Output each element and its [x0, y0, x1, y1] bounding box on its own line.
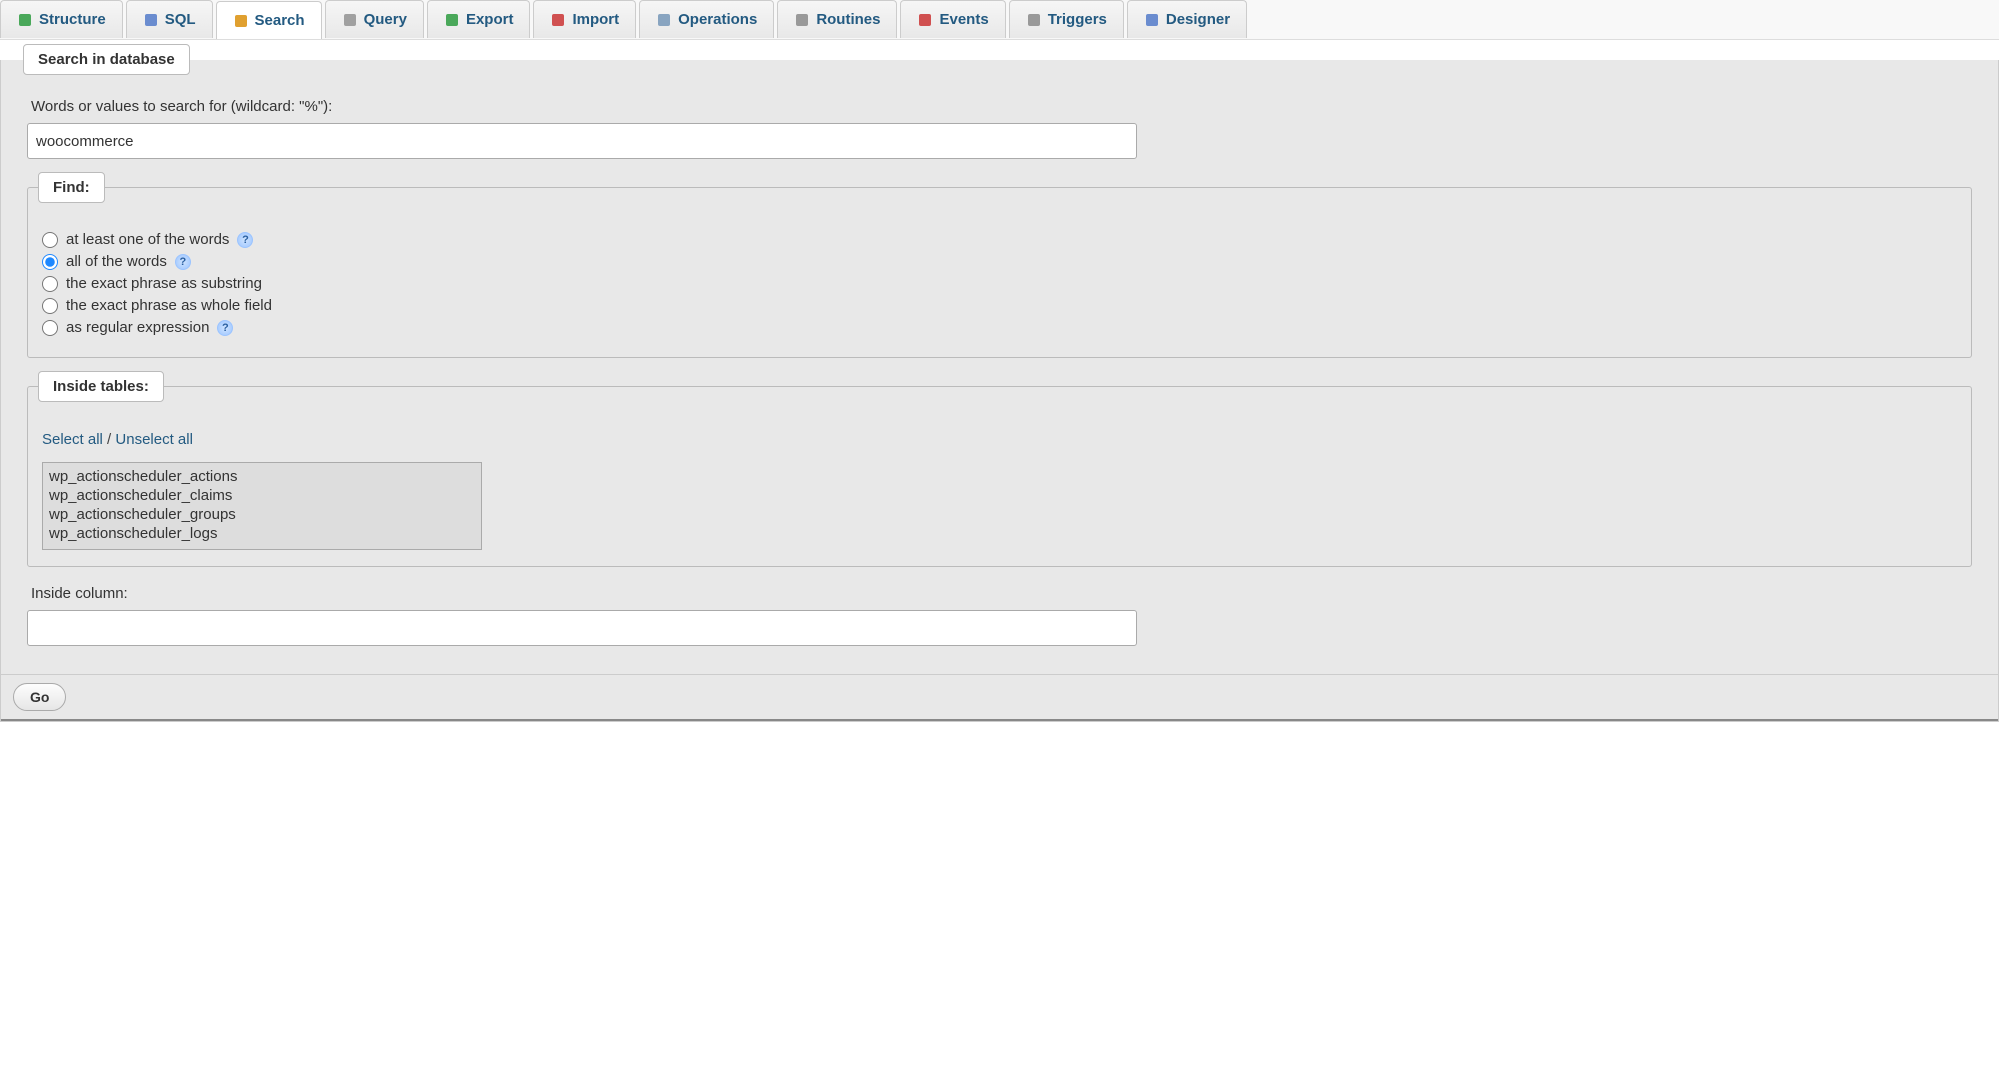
tab-label: Query [364, 11, 407, 28]
find-radio[interactable] [42, 232, 58, 248]
search-words-input[interactable] [27, 123, 1137, 159]
tab-events[interactable]: Events [900, 0, 1005, 38]
inside-column-label: Inside column: [31, 585, 1972, 602]
tab-search[interactable]: Search [216, 1, 322, 39]
select-unselect-row: Select all / Unselect all [42, 431, 1957, 448]
tab-sql[interactable]: SQL [126, 0, 213, 38]
find-radio[interactable] [42, 276, 58, 292]
tab-import[interactable]: Import [533, 0, 636, 38]
words-label: Words or values to search for (wildcard:… [31, 98, 1972, 115]
find-radio[interactable] [42, 320, 58, 336]
table-option[interactable]: wp_actionscheduler_groups [49, 505, 475, 524]
find-radio[interactable] [42, 254, 58, 270]
query-icon [342, 12, 358, 28]
find-option[interactable]: the exact phrase as substring [42, 275, 1957, 292]
tab-label: Structure [39, 11, 106, 28]
find-option-label: the exact phrase as substring [66, 275, 262, 292]
tab-bar: Structure SQL Search Query Export Import Opera… [0, 0, 1999, 40]
tab-export[interactable]: Export [427, 0, 531, 38]
go-button[interactable]: Go [13, 683, 66, 711]
find-option[interactable]: all of the words? [42, 253, 1957, 270]
triggers-icon [1026, 12, 1042, 28]
tab-label: Operations [678, 11, 757, 28]
help-icon[interactable]: ? [175, 254, 191, 270]
unselect-all-link[interactable]: Unselect all [115, 431, 193, 448]
tab-label: SQL [165, 11, 196, 28]
find-option-label: at least one of the words [66, 231, 229, 248]
tab-label: Designer [1166, 11, 1230, 28]
tab-operations[interactable]: Operations [639, 0, 774, 38]
tab-label: Import [572, 11, 619, 28]
find-option[interactable]: at least one of the words? [42, 231, 1957, 248]
table-option[interactable]: wp_actionscheduler_claims [49, 486, 475, 505]
inside-tables-legend: Inside tables: [38, 371, 164, 402]
tab-label: Triggers [1048, 11, 1107, 28]
tab-designer[interactable]: Designer [1127, 0, 1247, 38]
operations-icon [656, 12, 672, 28]
find-option-label: as regular expression [66, 319, 209, 336]
find-legend: Find: [38, 172, 105, 203]
search-icon [233, 13, 249, 29]
tab-query[interactable]: Query [325, 0, 424, 38]
inside-tables-panel: Inside tables: Select all / Unselect all… [27, 386, 1972, 567]
tables-listbox[interactable]: wp_actionscheduler_actionswp_actionsched… [42, 462, 482, 550]
tab-label: Search [255, 12, 305, 29]
find-option-label: the exact phrase as whole field [66, 297, 272, 314]
find-radio[interactable] [42, 298, 58, 314]
help-icon[interactable]: ? [217, 320, 233, 336]
find-option-label: all of the words [66, 253, 167, 270]
tab-label: Routines [816, 11, 880, 28]
panel-legend: Search in database [23, 44, 190, 75]
footer-bar: Go [1, 674, 1998, 721]
find-option[interactable]: as regular expression? [42, 319, 1957, 336]
inside-column-input[interactable] [27, 610, 1137, 646]
help-icon[interactable]: ? [237, 232, 253, 248]
tab-routines[interactable]: Routines [777, 0, 897, 38]
sql-icon [143, 12, 159, 28]
main-content: Search in database Words or values to se… [0, 60, 1999, 722]
table-option[interactable]: wp_actionscheduler_logs [49, 524, 475, 543]
table-option[interactable]: wp_actionscheduler_actions [49, 467, 475, 486]
find-option[interactable]: the exact phrase as whole field [42, 297, 1957, 314]
events-icon [917, 12, 933, 28]
export-icon [444, 12, 460, 28]
find-panel: Find: at least one of the words?all of t… [27, 187, 1972, 358]
tab-structure[interactable]: Structure [0, 0, 123, 38]
designer-icon [1144, 12, 1160, 28]
routines-icon [794, 12, 810, 28]
tab-label: Events [939, 11, 988, 28]
select-all-link[interactable]: Select all [42, 431, 103, 448]
structure-icon [17, 12, 33, 28]
import-icon [550, 12, 566, 28]
search-in-database-panel: Search in database Words or values to se… [13, 60, 1986, 662]
tab-triggers[interactable]: Triggers [1009, 0, 1124, 38]
tab-label: Export [466, 11, 514, 28]
